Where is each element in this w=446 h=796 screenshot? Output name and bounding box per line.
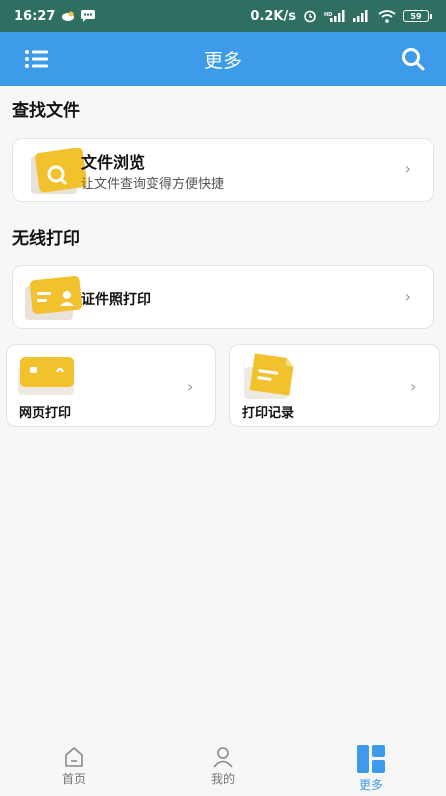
grid-more-icon: [357, 745, 385, 773]
battery-icon: 59: [403, 10, 429, 22]
chevron-right-icon: ›: [404, 159, 411, 178]
message-icon: [81, 10, 96, 22]
user-icon: [213, 747, 233, 768]
status-bar: 16:27 0.2K/s HD 59: [0, 0, 446, 32]
id-card-icon: [25, 276, 83, 320]
list-menu-icon[interactable]: [24, 48, 50, 70]
weather-icon: [62, 11, 75, 21]
id-photo-print-title: 证件照打印: [81, 292, 151, 308]
page-title: 更多: [203, 49, 242, 72]
status-left: 16:27: [14, 8, 96, 24]
web-page-icon: [18, 357, 74, 395]
id-photo-print-card[interactable]: 证件照打印 ›: [12, 265, 434, 329]
status-right: 0.2K/s HD 59: [250, 9, 432, 24]
file-browse-card[interactable]: 文件浏览 让文件查询变得方便快捷 ›: [12, 138, 434, 202]
network-speed: 0.2K/s: [250, 8, 296, 24]
tab-mine-label: 我的: [210, 772, 235, 786]
tab-more[interactable]: 更多: [321, 744, 421, 796]
svg-text:HD: HD: [324, 12, 332, 18]
hd-signal-icon: HD: [324, 10, 345, 22]
web-print-title: 网页打印: [19, 406, 72, 421]
tab-home[interactable]: 首页: [24, 746, 124, 796]
tab-mine[interactable]: 我的: [173, 746, 273, 796]
chevron-right-icon: ›: [187, 377, 194, 396]
section-title-wireless-print: 无线打印: [12, 229, 80, 249]
home-icon: [65, 747, 83, 767]
file-browse-title: 文件浏览: [81, 153, 146, 172]
battery-level: 59: [410, 11, 422, 21]
file-browse-subtitle: 让文件查询变得方便快捷: [81, 177, 225, 192]
chevron-right-icon: ›: [404, 287, 411, 306]
folder-search-icon: [31, 148, 87, 194]
document-icon: [244, 353, 294, 399]
section-title-find-files: 查找文件: [12, 101, 80, 121]
search-icon[interactable]: [400, 46, 426, 72]
status-time: 16:27: [14, 8, 56, 24]
wifi-icon: [378, 9, 396, 23]
web-print-card[interactable]: 网页打印 ›: [6, 344, 216, 427]
alarm-icon: [304, 10, 316, 23]
bottom-tab-bar: 首页 我的 更多: [0, 738, 446, 796]
tab-more-label: 更多: [358, 778, 383, 792]
print-history-title: 打印记录: [242, 406, 295, 421]
app-bar: 更多: [0, 32, 446, 86]
signal-icon: [353, 10, 368, 22]
print-history-card[interactable]: 打印记录 ›: [229, 344, 440, 427]
chevron-right-icon: ›: [410, 377, 417, 396]
tab-home-label: 首页: [61, 772, 86, 786]
battery-indicator: 59: [403, 10, 432, 22]
